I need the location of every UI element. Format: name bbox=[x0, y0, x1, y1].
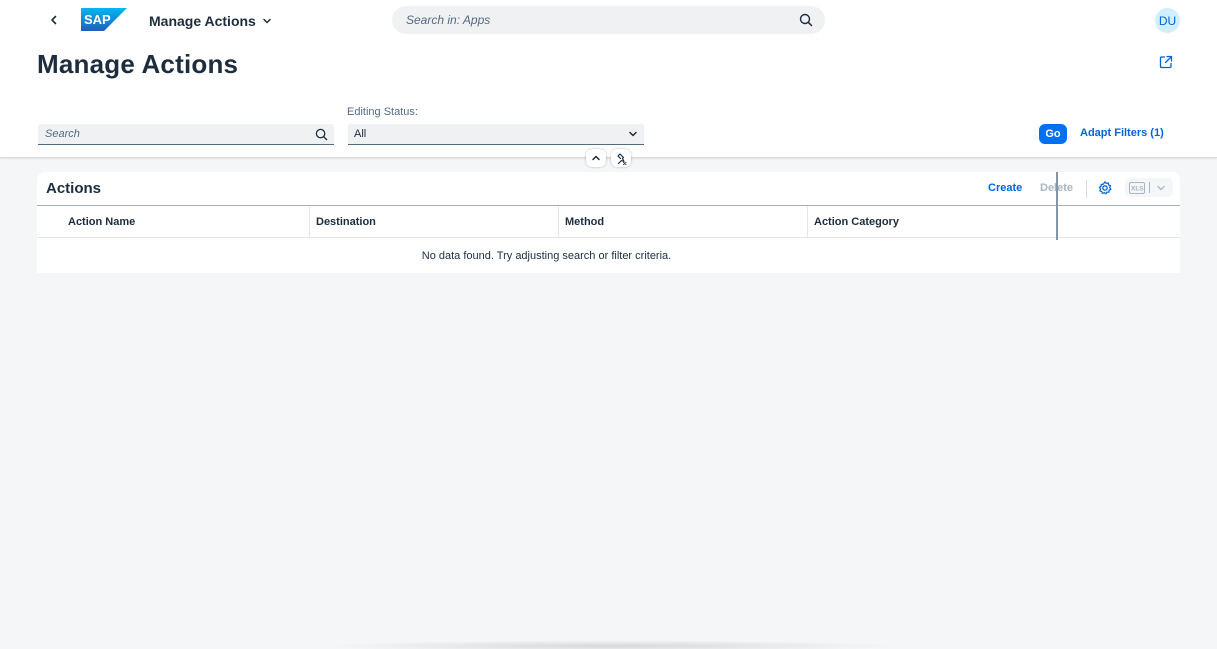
logo-text: SAP bbox=[84, 12, 111, 27]
editing-status-label: Editing Status: bbox=[347, 106, 418, 118]
avatar[interactable]: DU bbox=[1155, 8, 1180, 33]
create-button[interactable]: Create bbox=[988, 182, 1022, 194]
pin-header-button[interactable] bbox=[611, 149, 631, 167]
page-title: Manage Actions bbox=[37, 49, 239, 79]
table-header-row: Action Name Destination Method Action Ca… bbox=[37, 205, 1180, 238]
app-title-menu[interactable]: Manage Actions bbox=[149, 11, 272, 31]
chevron-down-icon bbox=[263, 18, 271, 24]
column-header-method[interactable]: Method bbox=[559, 206, 808, 237]
excel-icon: XLS bbox=[1129, 181, 1145, 194]
export-button: XLS bbox=[1125, 178, 1173, 197]
footer-shadow bbox=[320, 640, 900, 649]
collapse-icon bbox=[592, 155, 600, 161]
settings-icon bbox=[1098, 181, 1112, 195]
chevron-down-icon bbox=[629, 131, 637, 137]
adapt-filters-button[interactable]: Adapt Filters (1) bbox=[1080, 127, 1164, 139]
share-button[interactable] bbox=[1158, 54, 1176, 72]
toolbar-separator bbox=[1086, 180, 1087, 198]
pin-icon bbox=[616, 152, 626, 165]
no-data-message: No data found. Try adjusting search or f… bbox=[421, 249, 672, 262]
column-header-action-name[interactable]: Action Name bbox=[37, 206, 310, 237]
shell-bar: SAP Manage Actions DU bbox=[0, 0, 1217, 40]
collapse-header-button[interactable] bbox=[586, 149, 606, 167]
share-icon bbox=[1159, 55, 1173, 69]
app-title: Manage Actions bbox=[149, 13, 256, 29]
go-button[interactable]: Go bbox=[1039, 124, 1067, 144]
shell-search-input[interactable] bbox=[406, 13, 799, 27]
chevron-down-icon bbox=[1157, 185, 1165, 190]
filter-search-field[interactable] bbox=[38, 124, 334, 145]
shell-search[interactable] bbox=[392, 6, 825, 34]
table-settings-button[interactable] bbox=[1097, 180, 1113, 196]
column-end-divider bbox=[1056, 172, 1058, 240]
column-header-destination[interactable]: Destination bbox=[310, 206, 559, 237]
actions-table: Actions Create Delete XLS Action Name De… bbox=[37, 172, 1180, 273]
column-header-action-category[interactable]: Action Category bbox=[808, 206, 1056, 237]
table-title: Actions bbox=[46, 180, 102, 197]
excel-icon-label: XLS bbox=[1131, 185, 1144, 192]
filter-search-input[interactable] bbox=[45, 128, 315, 140]
sap-logo[interactable]: SAP bbox=[81, 8, 127, 31]
search-icon[interactable] bbox=[799, 13, 813, 27]
editing-status-select[interactable]: All bbox=[348, 124, 644, 145]
back-button[interactable] bbox=[44, 10, 64, 30]
editing-status-value: All bbox=[354, 128, 367, 140]
avatar-initials: DU bbox=[1158, 13, 1177, 28]
search-icon[interactable] bbox=[315, 128, 328, 141]
back-icon bbox=[51, 15, 57, 25]
page-header: Manage Actions Editing Status: All Go Ad… bbox=[0, 40, 1217, 158]
